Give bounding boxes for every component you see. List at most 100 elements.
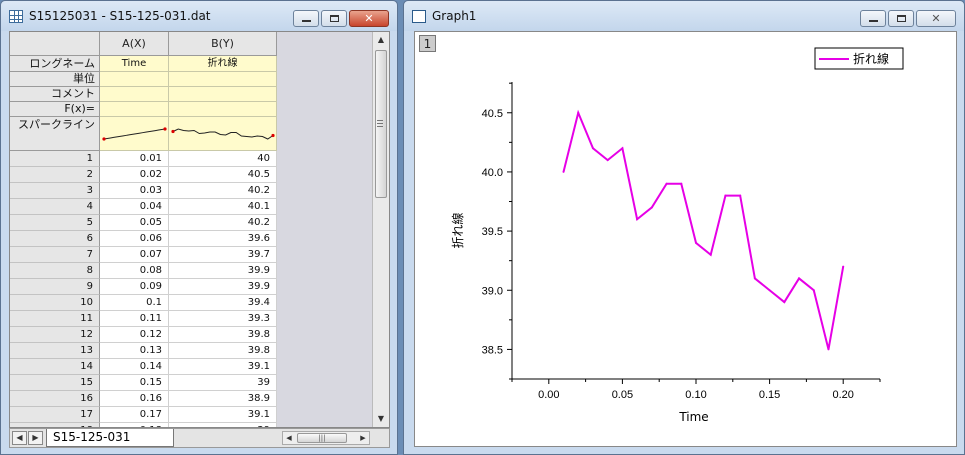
cell-b[interactable]: 40.2 [169, 183, 277, 199]
tab-next-icon[interactable]: ▶ [28, 431, 43, 445]
row-number[interactable]: 11 [10, 311, 100, 327]
comments-b[interactable] [169, 87, 277, 102]
row-number[interactable]: 5 [10, 215, 100, 231]
row-number[interactable]: 10 [10, 295, 100, 311]
cell-a[interactable]: 0.03 [100, 183, 169, 199]
horizontal-scroll-thumb[interactable]: ||| [297, 433, 347, 443]
graph-page[interactable]: 1 0.00 0.05 0.10 0.15 0.20 38.5 39.0 39.5 40.0 40… [414, 31, 957, 447]
row-number[interactable]: 3 [10, 183, 100, 199]
cell-b[interactable]: 39.3 [169, 311, 277, 327]
graph-close-button[interactable]: ✕ [916, 10, 956, 27]
row-number[interactable]: 17 [10, 407, 100, 423]
row-number[interactable]: 12 [10, 327, 100, 343]
long-name-b[interactable]: 折れ線 [169, 56, 277, 72]
column-header-b[interactable]: B(Y) [169, 32, 277, 56]
line-chart[interactable]: 0.00 0.05 0.10 0.15 0.20 38.5 39.0 39.5 40.0 40.5… [415, 32, 958, 448]
vertical-scrollbar[interactable]: ▲ ▼ [372, 32, 389, 427]
cell-a[interactable]: 0.16 [100, 391, 169, 407]
scroll-right-icon[interactable]: ▶ [357, 432, 369, 444]
cell-b[interactable]: 39.8 [169, 327, 277, 343]
legend-label: 折れ線 [853, 51, 889, 66]
data-point [812, 289, 815, 292]
cell-b[interactable]: 39.6 [169, 231, 277, 247]
maximize-button[interactable] [321, 10, 347, 27]
data-point [724, 194, 727, 197]
formula-a[interactable] [100, 102, 169, 117]
close-button[interactable]: ✕ [349, 10, 389, 27]
cell-b[interactable]: 39.4 [169, 295, 277, 311]
formula-b[interactable] [169, 102, 277, 117]
tab-prev-icon[interactable]: ◀ [12, 431, 27, 445]
long-name-a[interactable]: Time [100, 56, 169, 72]
cell-b[interactable]: 40.5 [169, 167, 277, 183]
row-number[interactable]: 6 [10, 231, 100, 247]
y-tick-label: 40.5 [482, 108, 503, 120]
cell-a[interactable]: 0.13 [100, 343, 169, 359]
corner-cell[interactable] [10, 32, 100, 56]
cell-a[interactable]: 0.06 [100, 231, 169, 247]
cell-b[interactable]: 39.1 [169, 359, 277, 375]
cell-b[interactable]: 38.9 [169, 391, 277, 407]
row-number[interactable]: 14 [10, 359, 100, 375]
graph-titlebar[interactable]: Graph1 ✕ [404, 1, 964, 31]
row-number[interactable]: 4 [10, 199, 100, 215]
units-b[interactable] [169, 72, 277, 87]
cell-a[interactable]: 0.17 [100, 407, 169, 423]
cell-a[interactable]: 0.02 [100, 167, 169, 183]
worksheet-title: S15125031 - S15-125-031.dat [29, 9, 211, 23]
data-point [621, 147, 624, 150]
minimize-icon [302, 20, 311, 22]
row-label-formula: F(x)= [10, 102, 100, 117]
graph-minimize-button[interactable] [860, 10, 886, 27]
worksheet-window[interactable]: S15125031 - S15-125-031.dat ✕ A(X) B(Y) … [0, 0, 398, 455]
graph-window[interactable]: Graph1 ✕ 1 0.00 0.05 0.10 0.15 0.20 38.5 39.0 3… [403, 0, 965, 455]
minimize-button[interactable] [293, 10, 319, 27]
cell-a[interactable]: 0.08 [100, 263, 169, 279]
scroll-left-icon[interactable]: ◀ [283, 432, 295, 444]
row-number[interactable]: 1 [10, 151, 100, 167]
row-number[interactable]: 15 [10, 375, 100, 391]
row-number[interactable]: 13 [10, 343, 100, 359]
sparkline-start-point [102, 137, 106, 141]
cell-b[interactable]: 39.9 [169, 263, 277, 279]
cell-b[interactable]: 39.8 [169, 343, 277, 359]
row-number[interactable]: 9 [10, 279, 100, 295]
scroll-up-icon[interactable]: ▲ [373, 32, 389, 48]
sparkline-a[interactable] [100, 117, 169, 151]
data-point [606, 159, 609, 162]
cell-a[interactable]: 0.05 [100, 215, 169, 231]
row-number[interactable]: 16 [10, 391, 100, 407]
column-header-a[interactable]: A(X) [100, 32, 169, 56]
cell-a[interactable]: 0.01 [100, 151, 169, 167]
cell-a[interactable]: 0.1 [100, 295, 169, 311]
cell-a[interactable]: 0.14 [100, 359, 169, 375]
sparkline-b[interactable] [169, 117, 277, 151]
cell-a[interactable]: 0.11 [100, 311, 169, 327]
row-number[interactable]: 2 [10, 167, 100, 183]
graph-maximize-button[interactable] [888, 10, 914, 27]
scroll-down-icon[interactable]: ▼ [373, 411, 389, 427]
comments-a[interactable] [100, 87, 169, 102]
sheet-tab-bar: ◀ ▶ S15-125-031 ◀ ||| ▶ [9, 428, 390, 448]
cell-b[interactable]: 39.9 [169, 279, 277, 295]
cell-a[interactable]: 0.07 [100, 247, 169, 263]
cell-b[interactable]: 39 [169, 375, 277, 391]
cell-b[interactable]: 40 [169, 151, 277, 167]
worksheet-grid[interactable]: A(X) B(Y) ロングネーム Time 折れ線 単位 コメント F(x)= … [9, 31, 390, 428]
cell-a[interactable]: 0.12 [100, 327, 169, 343]
y-tick-label: 38.5 [482, 344, 503, 356]
cell-b[interactable]: 39.7 [169, 247, 277, 263]
worksheet-titlebar[interactable]: S15125031 - S15-125-031.dat ✕ [1, 1, 397, 31]
row-number[interactable]: 8 [10, 263, 100, 279]
horizontal-scrollbar[interactable]: ◀ ||| ▶ [282, 431, 370, 445]
cell-b[interactable]: 40.2 [169, 215, 277, 231]
cell-b[interactable]: 39.1 [169, 407, 277, 423]
cell-a[interactable]: 0.09 [100, 279, 169, 295]
sparkline-end-point [163, 127, 167, 131]
sheet-tab[interactable]: S15-125-031 [46, 429, 174, 447]
cell-a[interactable]: 0.04 [100, 199, 169, 215]
row-number[interactable]: 7 [10, 247, 100, 263]
units-a[interactable] [100, 72, 169, 87]
cell-a[interactable]: 0.15 [100, 375, 169, 391]
cell-b[interactable]: 40.1 [169, 199, 277, 215]
